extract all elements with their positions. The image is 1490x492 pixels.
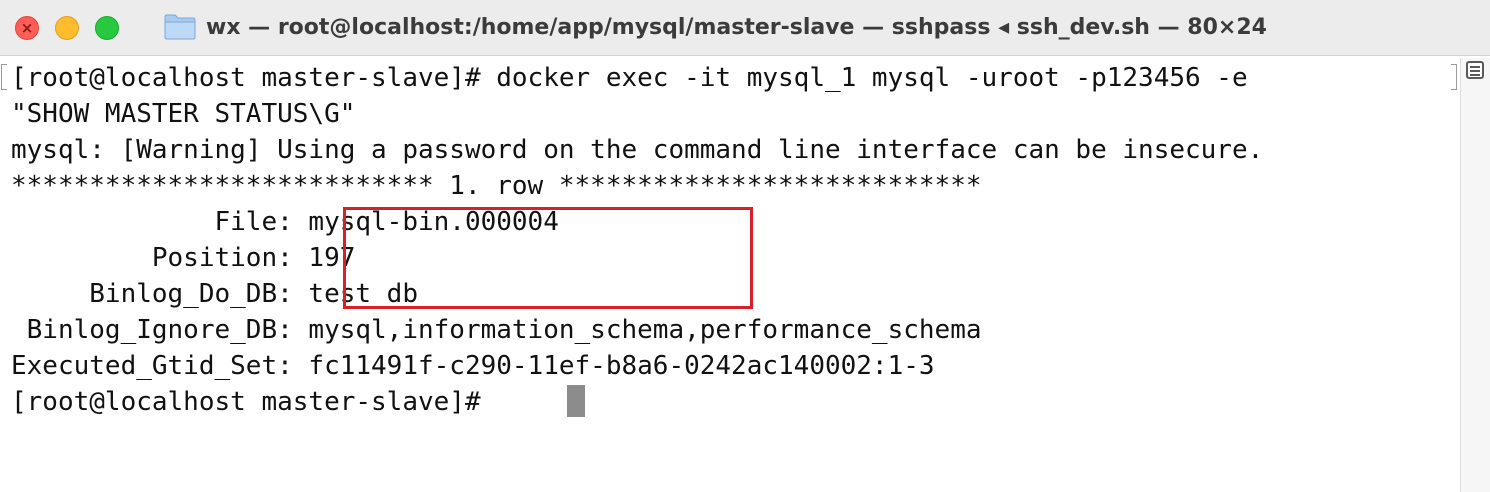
highlight-annotation-box <box>343 207 753 309</box>
line-wrap-marker-left <box>1 64 7 90</box>
terminal-line-binlog-ignore-db: Binlog_Ignore_DB: mysql,information_sche… <box>11 315 982 345</box>
terminal-line-command: [root@localhost master-slave]# docker ex… <box>11 63 1248 93</box>
terminal-line-prompt: [root@localhost master-slave]# <box>11 387 497 417</box>
terminal-line-warning: mysql: [Warning] Using a password on the… <box>11 135 1264 165</box>
close-button[interactable]: × <box>15 16 39 40</box>
terminal-line-position: Position: 197 <box>11 243 356 273</box>
title-bar[interactable]: × wx — root@localhost:/home/app/mysql/ma… <box>0 0 1490 56</box>
line-wrap-marker-right <box>1451 64 1457 90</box>
terminal-line-executed-gtid-set: Executed_Gtid_Set: fc11491f-c290-11ef-b8… <box>11 351 935 381</box>
close-icon: × <box>20 18 34 37</box>
text-cursor <box>567 385 585 417</box>
marks-toggle-icon[interactable] <box>1466 61 1484 79</box>
zoom-button[interactable] <box>95 16 119 40</box>
folder-icon <box>164 14 196 40</box>
terminal-line-command-continued: "SHOW MASTER STATUS\G" <box>11 99 356 129</box>
scrollbar[interactable] <box>1460 58 1490 492</box>
terminal-line-row-separator: *************************** 1. row *****… <box>11 171 982 201</box>
terminal-window: × wx — root@localhost:/home/app/mysql/ma… <box>0 0 1490 492</box>
minimize-button[interactable] <box>55 16 79 40</box>
window-title: wx — root@localhost:/home/app/mysql/mast… <box>206 15 1267 40</box>
